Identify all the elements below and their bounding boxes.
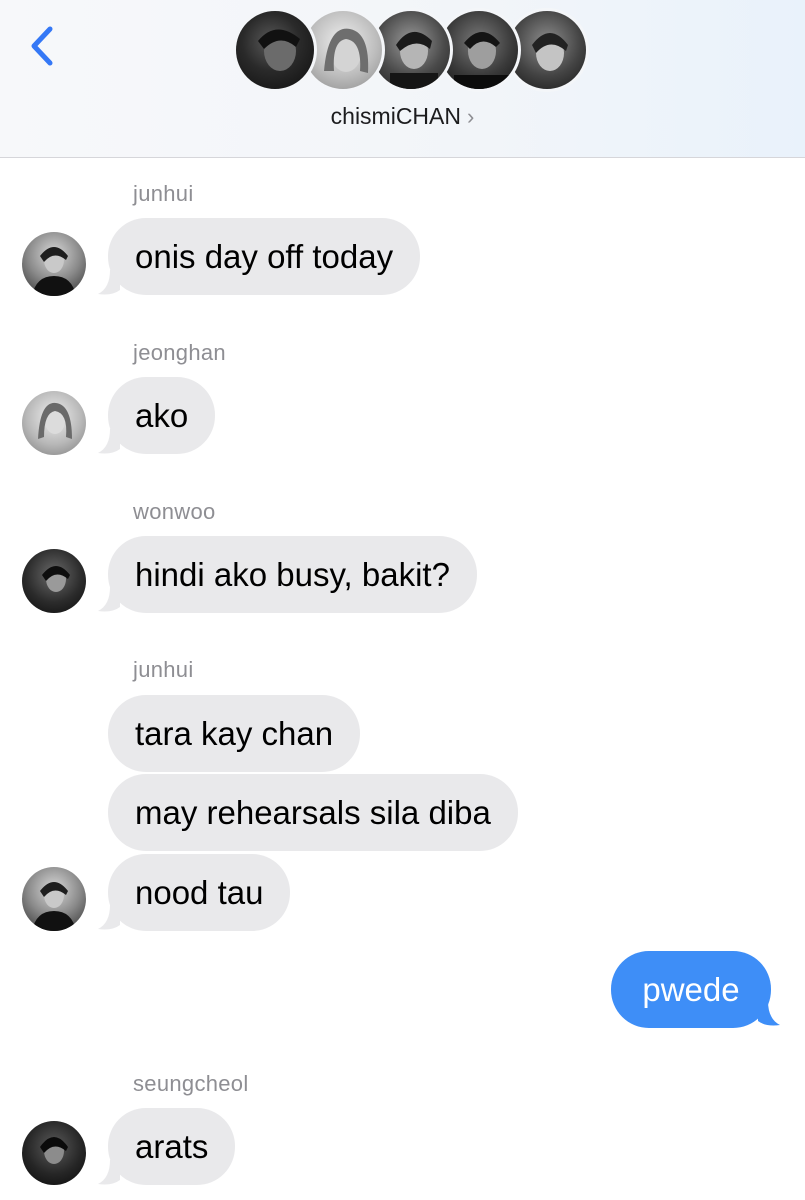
message-bubble[interactable]: tara kay chan <box>108 695 361 772</box>
message-bubble[interactable]: may rehearsals sila diba <box>108 774 518 851</box>
sender-name: jeonghan <box>133 340 226 365</box>
sender-name: wonwoo <box>133 499 216 524</box>
chevron-right-icon: › <box>467 104 475 129</box>
sender-name: junhui <box>133 181 194 206</box>
sender-name: seungcheol <box>133 1071 249 1096</box>
message-bubble[interactable]: hindi ako busy, bakit? <box>108 536 477 613</box>
sender-avatar[interactable] <box>22 549 86 613</box>
message-bubble[interactable]: nood tau <box>108 854 291 931</box>
sender-name: junhui <box>133 657 194 682</box>
conversation-header: chismiCHAN › <box>0 0 805 158</box>
group-name[interactable]: chismiCHAN › <box>0 103 805 130</box>
message-bubble-outgoing[interactable]: pwede <box>611 951 771 1028</box>
message-bubble[interactable]: onis day off today <box>108 218 421 295</box>
sender-avatar[interactable] <box>22 391 86 455</box>
message-bubble[interactable]: ako <box>108 377 216 454</box>
sender-avatar[interactable] <box>22 867 86 931</box>
member-avatar <box>233 8 317 92</box>
sender-avatar[interactable] <box>22 232 86 296</box>
group-avatars[interactable] <box>233 8 589 94</box>
message-bubble[interactable]: arats <box>108 1108 236 1185</box>
group-name-label: chismiCHAN <box>330 103 461 129</box>
back-button[interactable] <box>22 22 62 70</box>
chevron-left-icon <box>31 26 53 66</box>
sender-avatar[interactable] <box>22 1121 86 1185</box>
